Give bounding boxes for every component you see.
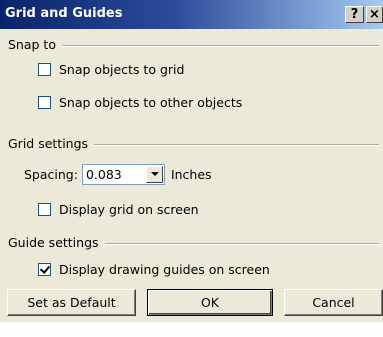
close-icon: × — [369, 7, 380, 22]
spacing-value: 0.083 — [85, 167, 122, 182]
snap-to-grid-checkbox[interactable] — [38, 63, 51, 76]
cancel-button[interactable]: Cancel — [284, 289, 383, 316]
display-guides-checkbox[interactable] — [38, 263, 51, 276]
guide-settings-label: Guide settings — [8, 235, 105, 250]
snap-to-label: Snap to — [8, 37, 62, 52]
chevron-down-icon[interactable] — [145, 166, 163, 183]
title-bar: Grid and Guides ? × — [0, 0, 383, 29]
spacing-unit-label: Inches — [170, 167, 212, 182]
display-guides-label: Display drawing guides on screen — [59, 262, 270, 277]
snap-to-grid-label: Snap objects to grid — [59, 62, 185, 77]
spacing-label: Spacing: — [24, 167, 78, 182]
display-grid-label: Display grid on screen — [59, 202, 199, 217]
dialog-title: Grid and Guides — [5, 6, 123, 21]
grid-and-guides-dialog: Grid and Guides ? × Snap to Snap objects… — [0, 0, 383, 322]
close-button[interactable]: × — [366, 6, 383, 23]
snap-to-objects-option[interactable]: Snap objects to other objects — [38, 95, 242, 110]
display-guides-option[interactable]: Display drawing guides on screen — [38, 262, 270, 277]
display-grid-option[interactable]: Display grid on screen — [38, 202, 199, 217]
grid-settings-label: Grid settings — [8, 136, 95, 151]
snap-to-objects-label: Snap objects to other objects — [59, 95, 243, 110]
snap-to-grid-option[interactable]: Snap objects to grid — [38, 62, 184, 77]
help-icon: ? — [350, 7, 359, 22]
display-grid-checkbox[interactable] — [38, 203, 51, 216]
spacing-combobox[interactable]: 0.083 — [81, 164, 165, 185]
help-button[interactable]: ? — [345, 6, 364, 23]
snap-to-divider — [8, 45, 379, 47]
spacing-row: Spacing: 0.083 Inches — [24, 164, 212, 185]
snap-to-objects-checkbox[interactable] — [38, 96, 51, 109]
ok-button[interactable]: OK — [147, 289, 273, 316]
set-as-default-button[interactable]: Set as Default — [7, 289, 136, 316]
